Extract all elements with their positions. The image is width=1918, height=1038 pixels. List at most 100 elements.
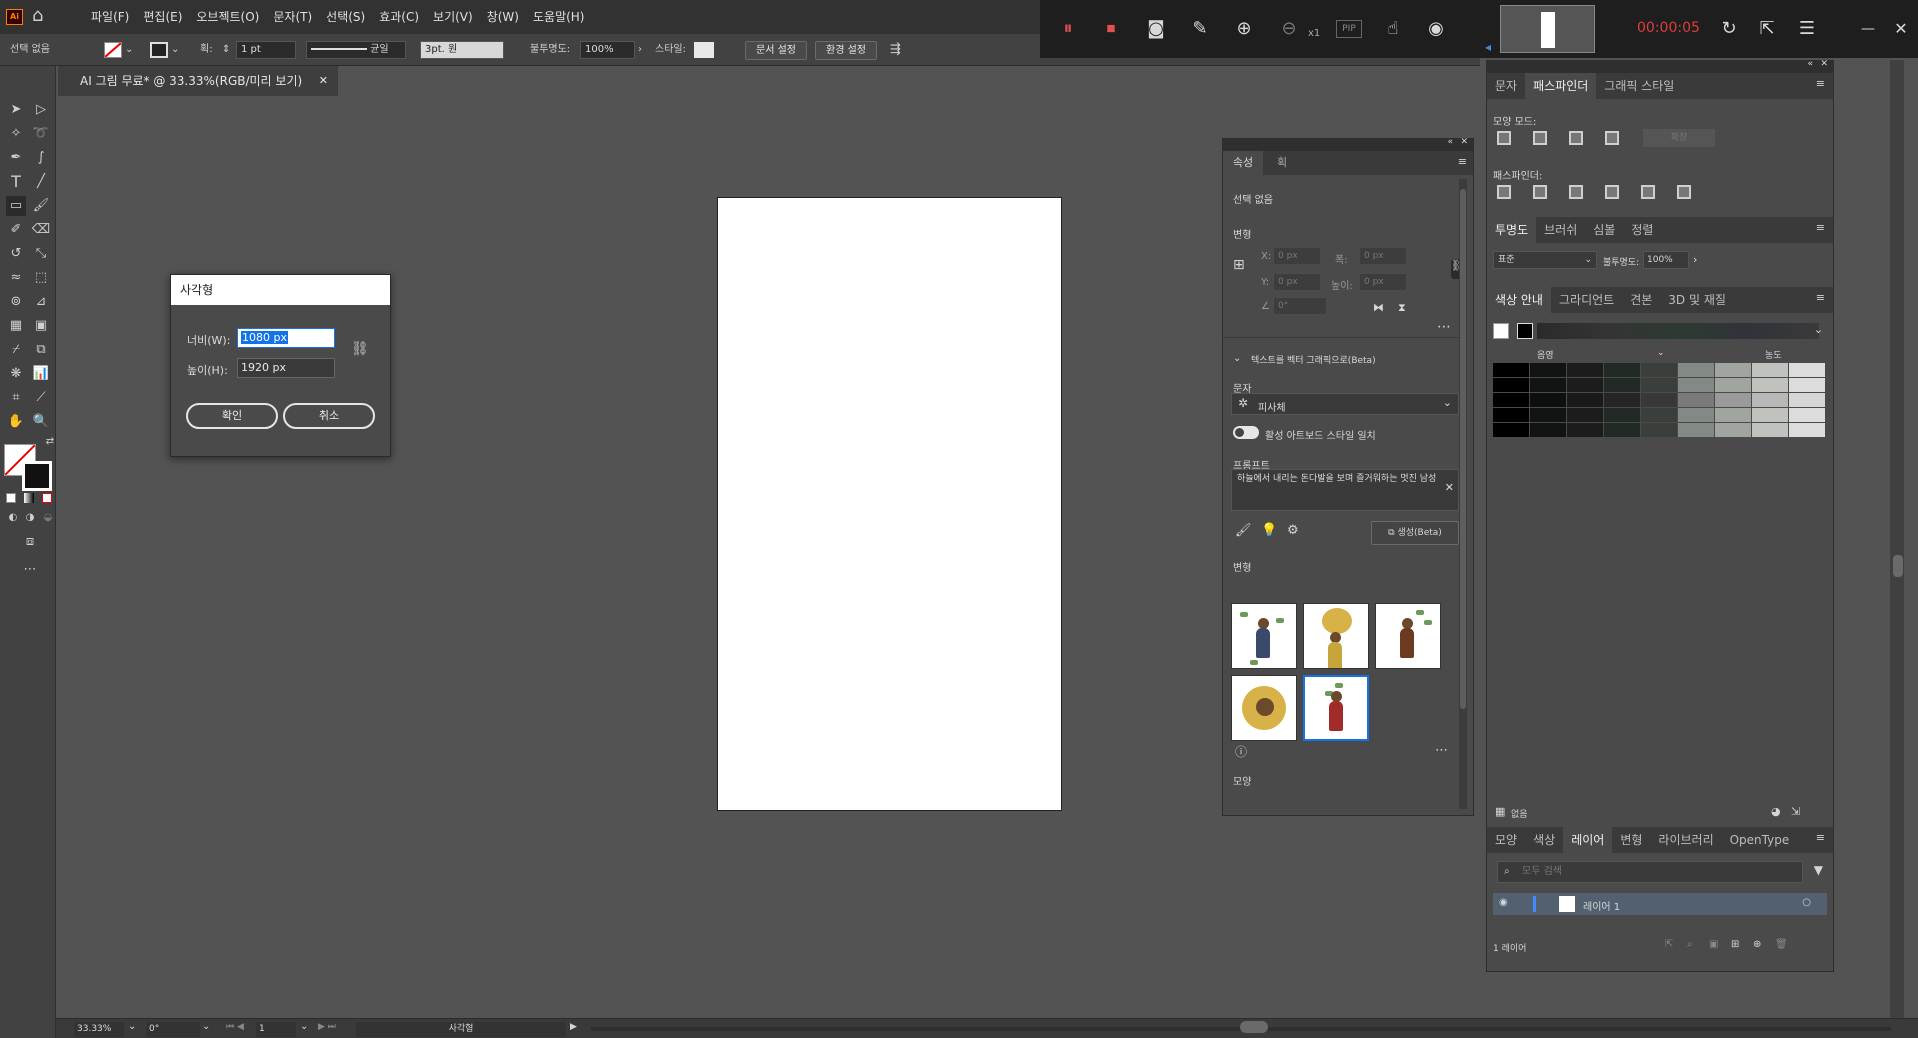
color-swatch[interactable] (1493, 423, 1529, 437)
h-input[interactable]: 0 px (1359, 273, 1407, 291)
locate-icon[interactable]: ⌕ (1687, 939, 1693, 950)
eye-icon[interactable]: ◉ (1423, 16, 1449, 42)
pip-icon[interactable]: PIP (1336, 20, 1362, 38)
chevron-down-icon[interactable]: ⌄ (125, 41, 133, 59)
zoom-in-icon[interactable]: ⊕ (1231, 16, 1257, 42)
swap-colors-icon[interactable]: ⇄ (40, 432, 60, 452)
zoom-tool-icon[interactable]: 🔍 (31, 412, 51, 432)
panel-menu-icon[interactable]: ≡ (1816, 831, 1825, 844)
warp-icon[interactable]: ≈ (6, 268, 26, 288)
pause-icon[interactable]: ⏸ (1055, 16, 1081, 42)
stepper-icon[interactable]: ⇕ (222, 41, 230, 59)
curvature-icon[interactable]: ∫ (31, 148, 51, 168)
pen-tool-icon[interactable]: ✒ (6, 148, 26, 168)
color-swatch[interactable] (1752, 423, 1788, 437)
color-mode-icon[interactable] (6, 493, 16, 503)
menu-object[interactable]: 오브젝트(O) (189, 0, 266, 34)
shaper-icon[interactable]: ✐ (6, 220, 26, 240)
close-icon[interactable]: ✕ (1888, 16, 1914, 42)
menu-view[interactable]: 보기(V) (426, 0, 480, 34)
color-swatch[interactable] (1715, 393, 1751, 407)
variation-thumbnail-selected[interactable] (1303, 675, 1369, 741)
color-swatch[interactable] (1752, 408, 1788, 422)
menu-window[interactable]: 창(W) (480, 0, 526, 34)
gradient-icon[interactable]: ▣ (31, 316, 51, 336)
vertical-scroll-thumb[interactable] (1893, 555, 1903, 577)
symbol-sprayer-icon[interactable]: ❋ (6, 364, 26, 384)
color-swatch[interactable] (1493, 408, 1529, 422)
chevron-right-icon[interactable]: ▶ (570, 1022, 577, 1032)
vertical-scrollbar[interactable] (1890, 60, 1904, 1018)
color-swatch[interactable] (1641, 408, 1677, 422)
current-tool-status[interactable]: 사각형 (356, 1022, 566, 1037)
color-swatch[interactable] (1789, 393, 1825, 407)
paintbrush-icon[interactable]: 🖌 (31, 196, 51, 216)
new-layer-icon[interactable]: ⊕ (1753, 939, 1761, 950)
gradient-mode-icon[interactable] (24, 493, 34, 503)
rotate-icon[interactable]: ↺ (6, 244, 26, 264)
info-icon[interactable]: ⓘ (1235, 743, 1247, 760)
clip-mask-icon[interactable]: ▣ (1709, 939, 1718, 950)
tab-swatches[interactable]: 견본 (1622, 287, 1660, 313)
panel-menu-icon[interactable]: ≡ (1816, 291, 1825, 304)
color-swatch[interactable] (1604, 393, 1640, 407)
type-tool-icon[interactable]: T (6, 172, 26, 192)
generate-button[interactable]: ⧉ 생성(Beta) (1371, 521, 1459, 545)
first-artboard-icon[interactable]: ⏮ ◀ (226, 1022, 244, 1032)
save-swatch-icon[interactable]: ⇲ (1791, 805, 1800, 818)
tab-brushes[interactable]: 브러쉬 (1536, 217, 1585, 243)
color-swatch[interactable] (1715, 378, 1751, 392)
color-swatch[interactable] (1493, 393, 1529, 407)
clear-icon[interactable]: ✕ (1445, 482, 1454, 493)
more-options-icon[interactable]: ⋯ (1435, 743, 1448, 758)
artboard[interactable] (717, 197, 1062, 811)
color-swatch[interactable] (1530, 378, 1566, 392)
chevron-down-icon[interactable]: ⌄ (300, 1021, 308, 1032)
color-swatch[interactable] (1604, 363, 1640, 377)
delete-icon[interactable]: 🗑 (1775, 939, 1788, 950)
opacity-input[interactable]: 100% (1643, 251, 1689, 269)
perspective-icon[interactable]: ⊿ (31, 292, 51, 312)
tab-3d-materials[interactable]: 3D 및 재질 (1660, 287, 1734, 313)
artboard-number[interactable]: 1 (256, 1022, 296, 1037)
line-style-select[interactable]: 균일 (306, 41, 406, 59)
color-swatch[interactable] (1567, 408, 1603, 422)
panel-menu-icon[interactable]: ≡ (1458, 155, 1467, 168)
color-swatch[interactable] (1678, 363, 1714, 377)
draw-behind-icon[interactable]: ◑ (20, 508, 40, 528)
unite-icon[interactable] (1497, 131, 1511, 145)
variation-thumbnail[interactable] (1231, 603, 1297, 669)
color-swatch[interactable] (1567, 378, 1603, 392)
more-options-icon[interactable]: ⋯ (1437, 319, 1451, 335)
style-picker-icon[interactable]: 🖌 (1235, 523, 1252, 538)
document-setup-button[interactable]: 문서 설정 (745, 41, 807, 60)
height-input[interactable]: 1920 px (237, 358, 335, 378)
artboard-icon[interactable]: ⌗ (6, 388, 26, 408)
style-swatch[interactable] (694, 42, 714, 58)
color-swatch[interactable] (1530, 408, 1566, 422)
free-transform-icon[interactable]: ⬚ (31, 268, 51, 288)
color-swatch[interactable] (1567, 393, 1603, 407)
color-swatch[interactable] (1715, 408, 1751, 422)
zoom-out-icon[interactable]: ⊖ (1276, 16, 1302, 42)
color-swatch[interactable] (1641, 423, 1677, 437)
cancel-button[interactable]: 취소 (283, 403, 375, 429)
direct-selection-tool-icon[interactable]: ▷ (31, 100, 51, 120)
menu-help[interactable]: 도움말(H) (526, 0, 592, 34)
chevron-right-icon[interactable]: › (1693, 253, 1697, 266)
panel-menu-icon[interactable]: ≡ (1816, 77, 1825, 90)
trim-icon[interactable] (1533, 185, 1547, 199)
color-swatch[interactable] (1789, 363, 1825, 377)
tab-symbols[interactable]: 심볼 (1585, 217, 1623, 243)
color-swatch[interactable] (1752, 393, 1788, 407)
color-swatch[interactable] (1715, 363, 1751, 377)
rotation-field[interactable]: 0° (146, 1022, 200, 1037)
arrange-icon[interactable]: ⇶ (890, 41, 901, 59)
color-swatch[interactable] (1715, 423, 1751, 437)
cursor-effect-icon[interactable]: ☝ (1380, 16, 1406, 42)
color-swatch[interactable] (1493, 378, 1529, 392)
stroke-weight-input[interactable]: 1 pt (236, 41, 296, 59)
mesh-icon[interactable]: ▦ (6, 316, 26, 336)
tab-stroke[interactable]: 획 (1267, 151, 1297, 175)
eyedropper-icon[interactable]: ⌿ (6, 340, 26, 360)
